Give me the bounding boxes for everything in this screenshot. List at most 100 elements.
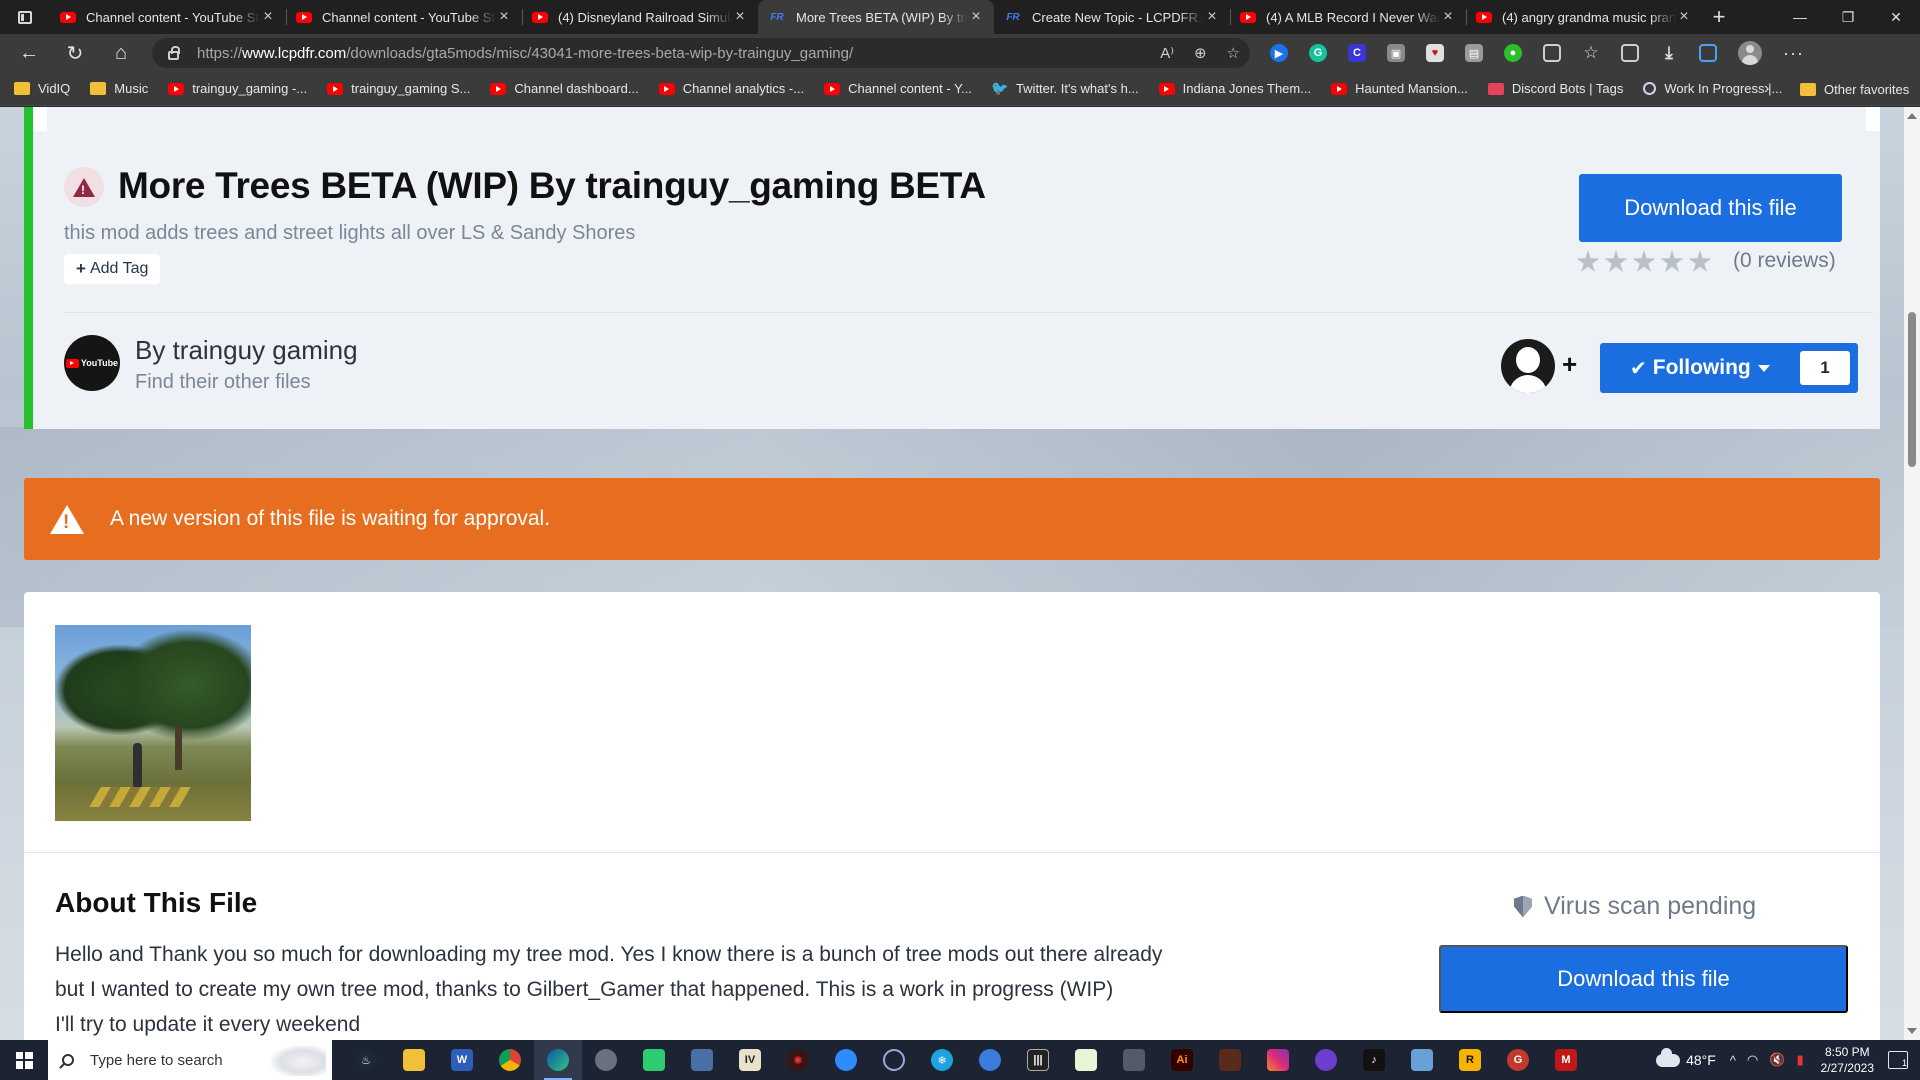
taskbar-search[interactable]: Type here to search: [48, 1040, 332, 1080]
taskbar-app[interactable]: [630, 1040, 678, 1080]
back-button[interactable]: ←: [6, 34, 52, 72]
taskbar-app[interactable]: ✺: [774, 1040, 822, 1080]
taskbar-clock[interactable]: 8:50 PM 2/27/2023: [1821, 1044, 1874, 1076]
pocket-icon[interactable]: ♥: [1426, 44, 1444, 62]
tab-5[interactable]: (4) A MLB Record I Never Wanted×: [1230, 0, 1466, 34]
notification-center-icon[interactable]: 1: [1888, 1051, 1908, 1069]
grammarly-icon[interactable]: G: [1309, 44, 1327, 62]
tab-6[interactable]: (4) angry grandma music prank ×: [1466, 0, 1702, 34]
favorite-item[interactable]: Work In Progress |...: [1643, 81, 1782, 96]
tab-3-active[interactable]: FR More Trees BETA (WIP) By trainguy_gami…: [758, 0, 994, 34]
taskbar-instagram[interactable]: [1254, 1040, 1302, 1080]
screenshot-thumbnail[interactable]: [55, 625, 251, 821]
taskbar-rockstar[interactable]: R: [1446, 1040, 1494, 1080]
close-tab-icon[interactable]: ×: [1440, 8, 1456, 26]
follower-avatar[interactable]: [1501, 339, 1555, 393]
page-scrollbar[interactable]: [1904, 107, 1920, 1040]
favorite-music[interactable]: Music: [90, 81, 148, 96]
author-avatar[interactable]: YouTube: [64, 335, 120, 391]
close-window-icon[interactable]: ✕: [1872, 0, 1920, 34]
download-file-button[interactable]: Download this file: [1579, 174, 1842, 242]
new-tab-button[interactable]: +: [1702, 4, 1736, 30]
tab-actions-button[interactable]: [0, 0, 50, 34]
add-tag-button[interactable]: + Add Tag: [64, 254, 161, 284]
home-button[interactable]: ⌂: [98, 34, 144, 72]
browser-extension-icon[interactable]: ▶: [1270, 44, 1288, 62]
tab-0[interactable]: Channel content - YouTube Studio×: [50, 0, 286, 34]
favorite-item[interactable]: 🐦 Twitter. It's what's h...: [991, 80, 1138, 96]
taskbar-word[interactable]: W: [438, 1040, 486, 1080]
taskbar-edge[interactable]: [534, 1040, 582, 1080]
favorite-item[interactable]: Indiana Jones Them...: [1158, 81, 1311, 96]
taskbar-zoom[interactable]: [822, 1040, 870, 1080]
favorite-item[interactable]: Haunted Mansion...: [1331, 81, 1468, 96]
address-bar[interactable]: https://www.lcpdfr.com/downloads/gta5mod…: [152, 38, 1250, 68]
star-icon[interactable]: [1632, 250, 1656, 272]
favorite-item[interactable]: trainguy_gaming -...: [168, 81, 307, 96]
close-tab-icon[interactable]: ×: [968, 8, 984, 26]
star-icon[interactable]: [1576, 250, 1600, 272]
favorites-icon[interactable]: ☆: [1582, 43, 1600, 62]
taskbar-app[interactable]: |||: [1014, 1040, 1062, 1080]
rating-stars[interactable]: [1576, 250, 1712, 274]
start-button[interactable]: [0, 1040, 48, 1080]
scrollbar-thumb[interactable]: [1908, 312, 1916, 467]
taskbar-app[interactable]: [1206, 1040, 1254, 1080]
favorite-item[interactable]: trainguy_gaming S...: [327, 81, 470, 96]
lock-icon[interactable]: [168, 45, 180, 60]
close-tab-icon[interactable]: ×: [1204, 8, 1220, 26]
wifi-icon[interactable]: ◠: [1747, 1052, 1758, 1068]
extension-c-icon[interactable]: C: [1348, 44, 1366, 62]
taskbar-app[interactable]: [1302, 1040, 1350, 1080]
taskbar-app[interactable]: ❄: [918, 1040, 966, 1080]
minimize-icon[interactable]: —: [1776, 0, 1824, 34]
taskbar-app[interactable]: [678, 1040, 726, 1080]
mcafee-tray-icon[interactable]: ▮: [1796, 1052, 1803, 1068]
restore-icon[interactable]: ❐: [1824, 0, 1872, 34]
taskbar-app[interactable]: [582, 1040, 630, 1080]
taskbar-app[interactable]: G: [1494, 1040, 1542, 1080]
chevron-up-icon[interactable]: ^: [1730, 1053, 1736, 1068]
taskbar-illustrator[interactable]: Ai: [1158, 1040, 1206, 1080]
extension-green-icon[interactable]: ●: [1504, 44, 1522, 62]
volume-muted-icon[interactable]: 🔇: [1769, 1052, 1785, 1068]
taskbar-mcafee[interactable]: M: [1542, 1040, 1590, 1080]
other-favorites[interactable]: Other favorites: [1800, 72, 1909, 106]
scroll-up-icon[interactable]: [1907, 113, 1917, 119]
close-tab-icon[interactable]: ×: [260, 8, 276, 26]
taskbar-app[interactable]: IV: [726, 1040, 774, 1080]
follower-plus-icon[interactable]: +: [1562, 349, 1577, 380]
download-file-button-sidebar[interactable]: Download this file: [1439, 945, 1848, 1013]
tab-2[interactable]: (4) Disneyland Railroad Simulator×: [522, 0, 758, 34]
taskbar-chrome[interactable]: [486, 1040, 534, 1080]
close-tab-icon[interactable]: ×: [1676, 8, 1692, 26]
author-name[interactable]: By trainguy gaming: [135, 335, 358, 366]
more-options-icon[interactable]: ···: [1783, 43, 1804, 64]
zoom-icon[interactable]: ⊕: [1194, 44, 1207, 62]
extension-image-icon[interactable]: ▤: [1465, 44, 1483, 62]
add-favorite-icon[interactable]: ☆: [1227, 44, 1240, 62]
download-icon[interactable]: ⤓: [1660, 43, 1678, 62]
find-other-files-link[interactable]: Find their other files: [135, 371, 311, 394]
more-favorites-chevron-icon[interactable]: ›: [1764, 72, 1769, 106]
taskbar-app[interactable]: [1398, 1040, 1446, 1080]
favorite-item[interactable]: Channel analytics -...: [658, 81, 804, 96]
star-icon[interactable]: [1604, 250, 1628, 272]
taskbar-app[interactable]: [870, 1040, 918, 1080]
taskbar-steam[interactable]: ♨: [342, 1040, 390, 1080]
favorite-item[interactable]: Channel dashboard...: [490, 81, 639, 96]
edge-bar-icon[interactable]: [1699, 44, 1717, 62]
tab-4[interactable]: FR Create New Topic - LCPDFR.com×: [994, 0, 1230, 34]
extensions-puzzle-icon[interactable]: [1543, 44, 1561, 62]
star-icon[interactable]: [1660, 250, 1684, 272]
star-icon[interactable]: [1688, 250, 1712, 272]
collections-icon[interactable]: [1621, 44, 1639, 62]
refresh-button[interactable]: ↻: [52, 34, 98, 72]
taskbar-camera[interactable]: [1110, 1040, 1158, 1080]
scroll-down-icon[interactable]: [1907, 1028, 1917, 1034]
taskbar-tiktok[interactable]: ♪: [1350, 1040, 1398, 1080]
favorite-item[interactable]: Channel content - Y...: [824, 81, 972, 96]
following-button[interactable]: ✔ Following 1: [1600, 343, 1858, 393]
taskbar-file-explorer[interactable]: [390, 1040, 438, 1080]
profile-avatar-icon[interactable]: [1738, 41, 1762, 65]
